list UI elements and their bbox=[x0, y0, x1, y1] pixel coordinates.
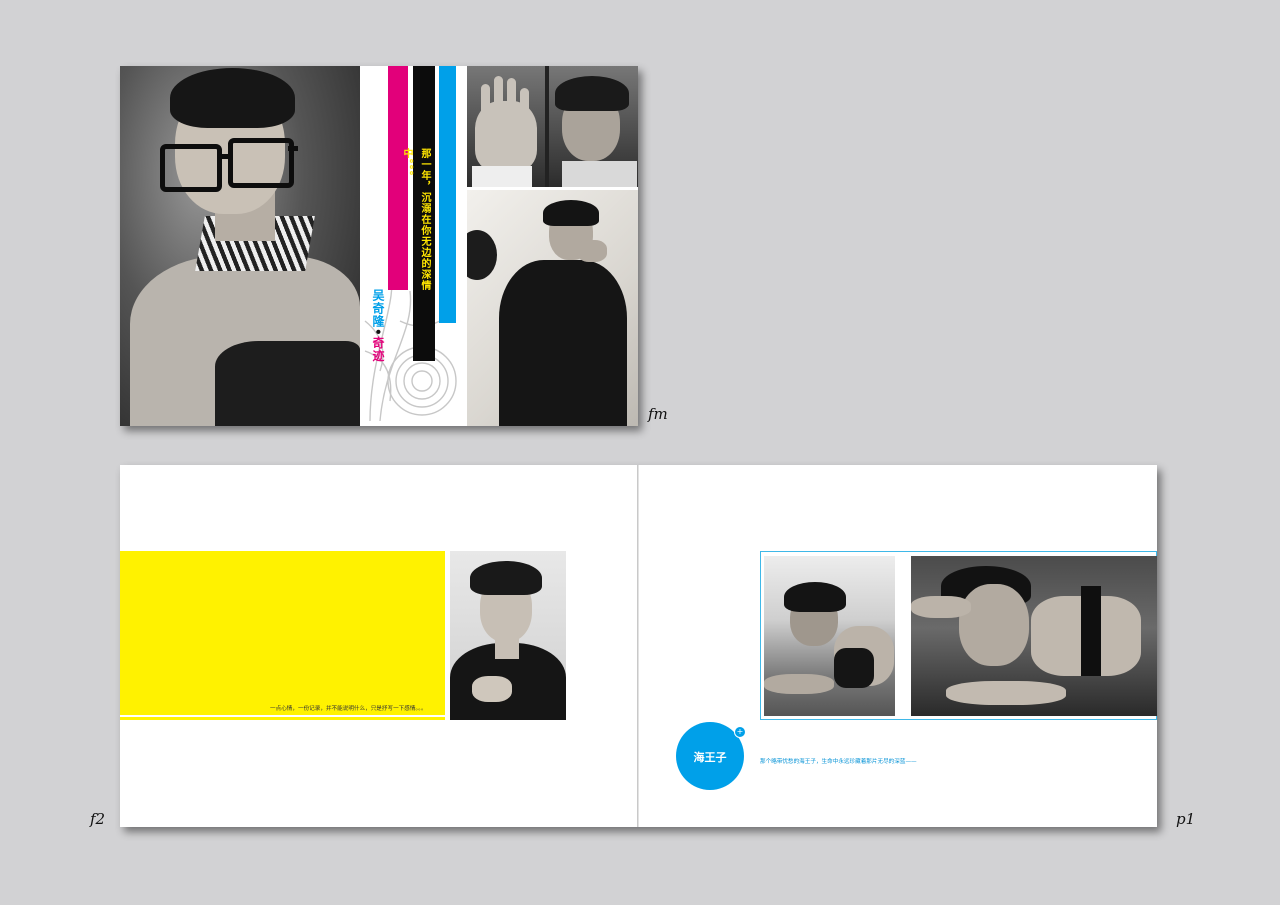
plus-icon-glyph: + bbox=[736, 727, 744, 736]
page-fold bbox=[637, 465, 639, 827]
cover-bottom-right-photo bbox=[467, 190, 638, 426]
plus-icon: + bbox=[734, 726, 746, 738]
cover-title-dot: • bbox=[371, 328, 385, 337]
yellow-block bbox=[120, 551, 445, 715]
cover-main-photo bbox=[120, 66, 360, 426]
cover-title-name: 吴奇隆 bbox=[371, 289, 385, 328]
cover-top-right-photo bbox=[467, 66, 638, 187]
cover-quote: 那一年，沉溺在你无边的深情中。。。 bbox=[401, 148, 430, 291]
sea-photo-small bbox=[764, 556, 895, 716]
label-p1: p1 bbox=[1176, 810, 1196, 828]
cover-title-word: 奇迹 bbox=[371, 336, 385, 363]
circle-title: 海王子 bbox=[693, 751, 727, 764]
yellow-underline bbox=[120, 717, 445, 720]
spread-pages: 一点心情，一份记录，并不能说明什么，只是抒写一下感情。。。 海王子 + 那个略带… bbox=[120, 465, 1157, 827]
sea-photo-large bbox=[911, 556, 1157, 716]
left-caption: 一点心情，一份记录，并不能说明什么，只是抒写一下感情。。。 bbox=[270, 706, 427, 712]
label-f2: f2 bbox=[90, 810, 106, 828]
cover-title: 吴奇隆•奇迹 bbox=[370, 289, 385, 363]
left-portrait-photo bbox=[450, 551, 566, 720]
label-fm: fm bbox=[648, 405, 668, 423]
cover-page: 那一年，沉溺在你无边的深情中。。。 吴奇隆•奇迹 bbox=[120, 66, 638, 426]
cyan-bar bbox=[439, 66, 456, 323]
right-caption: 那个略带忧愁的海王子，生命中永远珍藏着那片无尽的深蓝—— bbox=[760, 759, 917, 765]
